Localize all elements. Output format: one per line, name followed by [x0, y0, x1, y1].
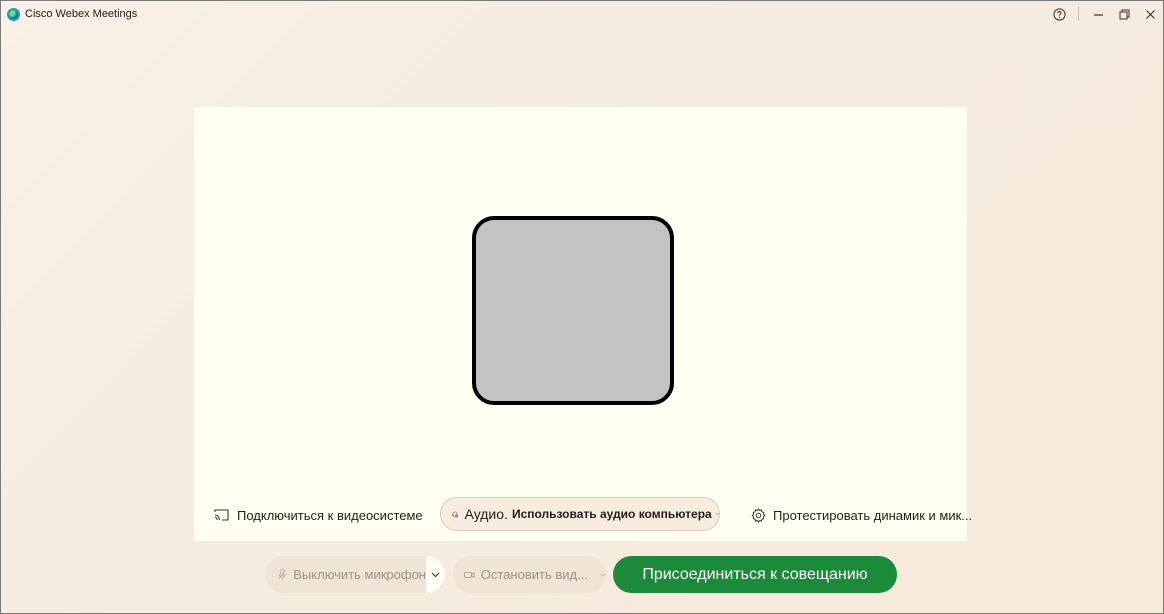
title-separator	[1078, 7, 1079, 21]
test-speaker-button[interactable]: Протестировать динамик и мик...	[751, 504, 972, 526]
restore-button[interactable]	[1111, 1, 1137, 27]
test-speaker-label: Протестировать динамик и мик...	[773, 507, 973, 523]
microphone-muted-icon	[278, 568, 286, 580]
chevron-down-icon	[715, 513, 719, 515]
close-button[interactable]	[1137, 1, 1163, 27]
cast-icon	[214, 509, 229, 521]
video-preview: Подключиться к видеосистеме Аудио. Испол…	[194, 107, 972, 541]
webex-window: Cisco Webex Meetings Подключиться к виде…	[0, 0, 1164, 614]
title-bar: Cisco Webex Meetings	[1, 1, 1163, 27]
webex-logo-icon	[7, 7, 20, 21]
help-button[interactable]	[1046, 1, 1072, 27]
mute-label: Выключить микрофон	[293, 567, 426, 582]
close-icon	[1145, 9, 1155, 19]
help-icon	[1052, 7, 1066, 21]
window-controls	[1046, 1, 1163, 27]
stop-video-label: Остановить вид...	[480, 567, 588, 582]
chevron-down-icon	[600, 572, 606, 577]
mute-options-dropdown[interactable]	[426, 556, 445, 593]
restore-icon	[1119, 9, 1129, 19]
chevron-down-icon	[431, 572, 440, 577]
audio-selector-button[interactable]: Аудио. Использовать аудио компьютера	[440, 497, 720, 531]
avatar	[472, 216, 674, 405]
join-meeting-button[interactable]: Присоединиться к совещанию	[613, 556, 897, 593]
camera-icon	[464, 571, 475, 578]
minimize-icon	[1093, 13, 1103, 16]
headset-icon	[452, 511, 459, 517]
stop-video-button[interactable]: Остановить вид...	[453, 556, 606, 593]
mute-control: Выключить микрофон	[265, 556, 445, 593]
window-title: Cisco Webex Meetings	[25, 8, 138, 20]
connect-video-label: Подключиться к видеосистеме	[237, 507, 423, 523]
audio-label: Аудио.	[464, 506, 508, 522]
connect-video-system-button[interactable]: Подключиться к видеосистеме	[214, 504, 423, 526]
mute-button[interactable]: Выключить микрофон	[265, 556, 426, 593]
minimize-button[interactable]	[1085, 1, 1111, 27]
gear-icon	[751, 507, 766, 523]
audio-value: Использовать аудио компьютера	[511, 507, 712, 521]
